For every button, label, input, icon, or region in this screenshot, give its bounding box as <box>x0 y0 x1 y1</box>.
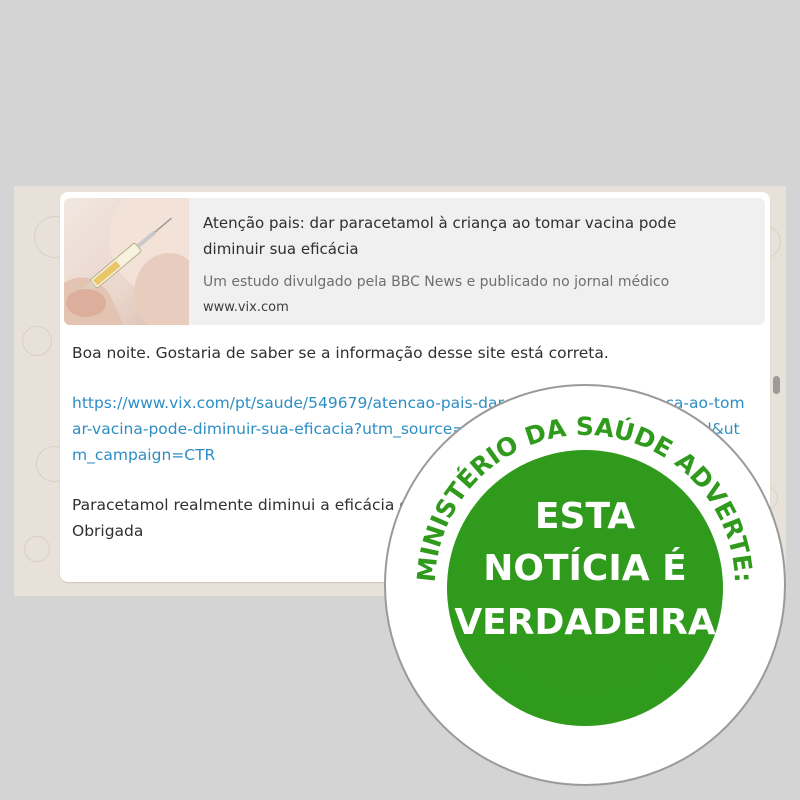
stamp-line-3: VERDADEIRA <box>454 602 716 643</box>
link-preview-thumbnail <box>64 198 209 325</box>
wallpaper-doodle <box>22 326 52 356</box>
link-preview-domain: www.vix.com <box>203 300 289 315</box>
stamp-line-1: ESTA <box>535 496 635 537</box>
link-preview-description: Um estudo divulgado pela BBC News e publ… <box>203 274 670 290</box>
link-preview-title: Atenção pais: dar paracetamol à criança … <box>203 214 677 258</box>
vaccine-photo-icon <box>64 198 209 325</box>
warning-stamp: MINISTÉRIO DA SAÚDE ADVERTE: COMPARTILHE… <box>384 384 786 786</box>
message-greeting: Boa noite. Gostaria de saber se a inform… <box>72 344 609 362</box>
wallpaper-doodle <box>24 536 50 562</box>
stamp-line-2: NOTÍCIA É <box>483 547 686 589</box>
link-preview[interactable]: Atenção pais: dar paracetamol à criança … <box>64 198 765 325</box>
